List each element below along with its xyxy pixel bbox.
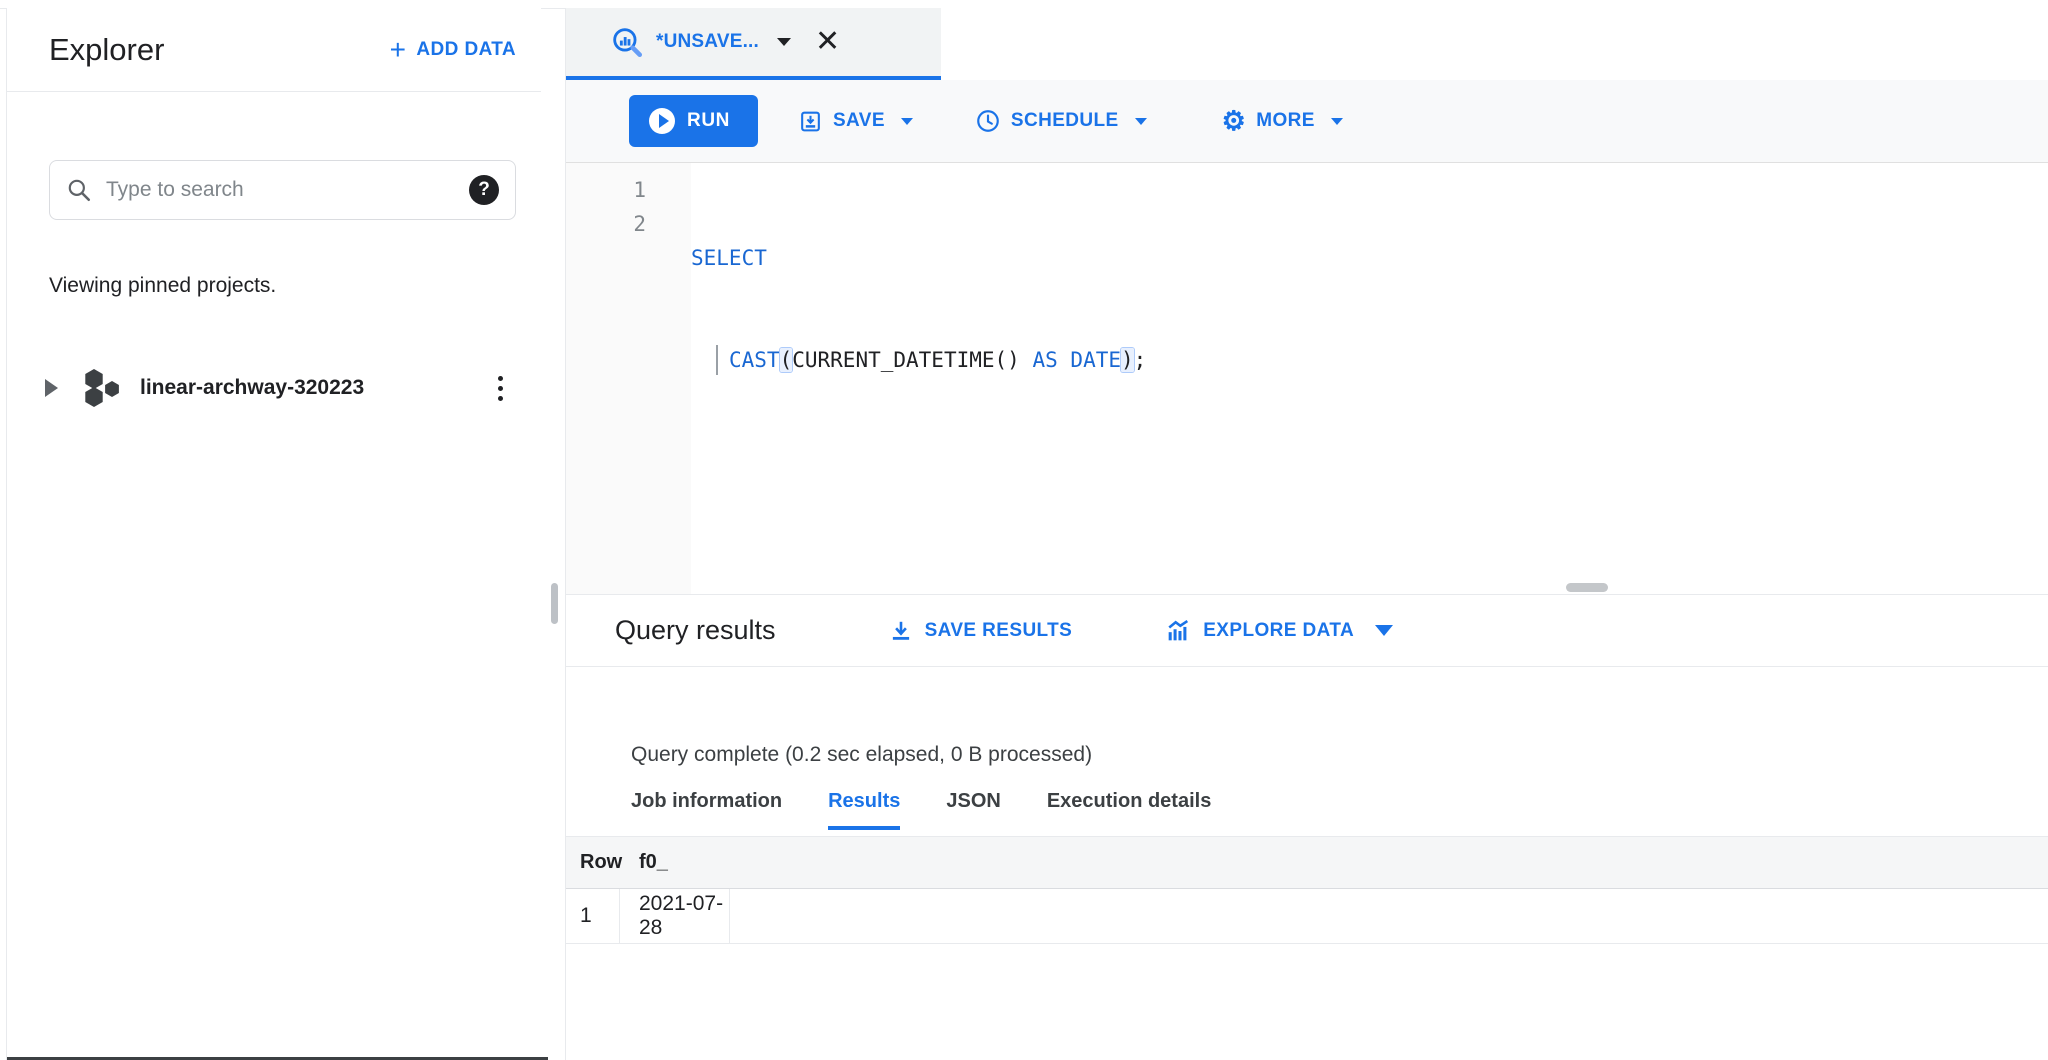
vertical-scrollbar[interactable] bbox=[551, 583, 558, 624]
main-panel: *UNSAVE... ✕ RUN SAVE SCHEDULE ⚙ MORE 1 … bbox=[565, 8, 2048, 1060]
explorer-header: Explorer + ADD DATA bbox=[7, 8, 541, 92]
run-button[interactable]: RUN bbox=[629, 95, 758, 147]
results-table: Row f0_ 1 2021-07-28 bbox=[566, 836, 2048, 944]
play-icon bbox=[649, 108, 675, 134]
more-button[interactable]: ⚙ MORE bbox=[1221, 105, 1343, 136]
editor-tab-bar: *UNSAVE... ✕ bbox=[566, 8, 2048, 80]
line-number: 2 bbox=[633, 212, 646, 236]
project-menu-button[interactable] bbox=[490, 372, 511, 405]
schedule-caret-icon bbox=[1134, 117, 1147, 125]
gear-icon: ⚙ bbox=[1221, 105, 1247, 136]
save-results-label: SAVE RESULTS bbox=[924, 619, 1073, 641]
tab-results[interactable]: Results bbox=[828, 790, 901, 830]
clock-icon bbox=[977, 110, 999, 132]
explorer-title: Explorer bbox=[49, 31, 165, 67]
save-results-button[interactable]: SAVE RESULTS bbox=[888, 618, 1073, 644]
save-icon bbox=[801, 111, 820, 131]
code-line-1: SELECT bbox=[691, 246, 767, 270]
column-header-row: Row bbox=[580, 851, 623, 873]
schedule-button[interactable]: SCHEDULE bbox=[975, 108, 1147, 134]
cell-row-number: 1 bbox=[566, 889, 620, 943]
cell-f0-value: 2021-07-28 bbox=[620, 889, 730, 943]
plus-icon: + bbox=[389, 33, 407, 65]
line-number: 1 bbox=[633, 178, 646, 202]
code-area[interactable]: SELECT CAST(CURRENT_DATETIME() AS DATE); bbox=[691, 163, 2048, 594]
code-line-2: CAST(CURRENT_DATETIME() AS DATE); bbox=[691, 343, 2048, 377]
sql-editor[interactable]: 1 2 SELECT CAST(CURRENT_DATETIME() AS DA… bbox=[566, 163, 2048, 594]
tab-caret-down-icon[interactable] bbox=[777, 38, 792, 46]
tab-execution-details[interactable]: Execution details bbox=[1047, 790, 1212, 830]
more-label: MORE bbox=[1256, 110, 1315, 131]
table-row[interactable]: 1 2021-07-28 bbox=[566, 889, 2048, 944]
save-caret-icon bbox=[900, 117, 913, 125]
add-data-button[interactable]: + ADD DATA bbox=[389, 33, 516, 65]
search-input[interactable] bbox=[106, 178, 455, 202]
bigquery-query-icon bbox=[613, 28, 643, 58]
query-results-header: Query results SAVE RESULTS EXPLORE DATA bbox=[566, 594, 2048, 667]
results-tab-bar: Job information Results JSON Execution d… bbox=[631, 790, 1211, 830]
search-icon bbox=[68, 179, 91, 202]
save-label: SAVE bbox=[832, 110, 885, 131]
bigquery-console: Explorer + ADD DATA ? Viewing pinned pro… bbox=[0, 0, 2048, 1060]
help-icon[interactable]: ? bbox=[469, 175, 499, 205]
viewing-pinned-text: Viewing pinned projects. bbox=[49, 274, 277, 297]
download-icon bbox=[892, 621, 909, 640]
editor-toolbar: RUN SAVE SCHEDULE ⚙ MORE bbox=[566, 80, 2048, 163]
query-results-title: Query results bbox=[615, 615, 776, 645]
save-button[interactable]: SAVE bbox=[798, 109, 913, 134]
query-tab-label: *UNSAVE... bbox=[656, 31, 760, 52]
explore-data-button[interactable]: EXPLORE DATA bbox=[1164, 617, 1394, 645]
schedule-label: SCHEDULE bbox=[1010, 110, 1119, 131]
query-status: Query complete (0.2 sec elapsed, 0 B pro… bbox=[631, 743, 1093, 766]
project-row[interactable]: linear-archway-320223 bbox=[7, 360, 541, 416]
tab-close-icon[interactable]: ✕ bbox=[815, 27, 840, 57]
table-header-row: Row f0_ bbox=[566, 836, 2048, 889]
add-data-label: ADD DATA bbox=[416, 38, 516, 60]
more-caret-icon bbox=[1330, 117, 1343, 125]
tab-json[interactable]: JSON bbox=[946, 790, 1000, 830]
explore-caret-icon bbox=[1375, 625, 1394, 636]
explore-data-label: EXPLORE DATA bbox=[1203, 619, 1355, 641]
tab-job-information[interactable]: Job information bbox=[631, 790, 782, 830]
line-number-gutter: 1 2 bbox=[566, 163, 691, 594]
run-label: RUN bbox=[687, 110, 730, 131]
explorer-search-box[interactable]: ? bbox=[49, 160, 516, 220]
project-name: linear-archway-320223 bbox=[140, 376, 365, 399]
chart-icon bbox=[1168, 619, 1189, 640]
query-tab[interactable]: *UNSAVE... ✕ bbox=[566, 8, 941, 80]
help-glyph: ? bbox=[478, 179, 490, 200]
explorer-panel: Explorer + ADD DATA ? Viewing pinned pro… bbox=[6, 8, 548, 1060]
project-hexagons-icon bbox=[85, 369, 119, 407]
column-header-f0: f0_ bbox=[639, 851, 668, 873]
panel-resize-handle[interactable] bbox=[1566, 583, 1608, 592]
expand-arrow-icon[interactable] bbox=[45, 379, 58, 397]
